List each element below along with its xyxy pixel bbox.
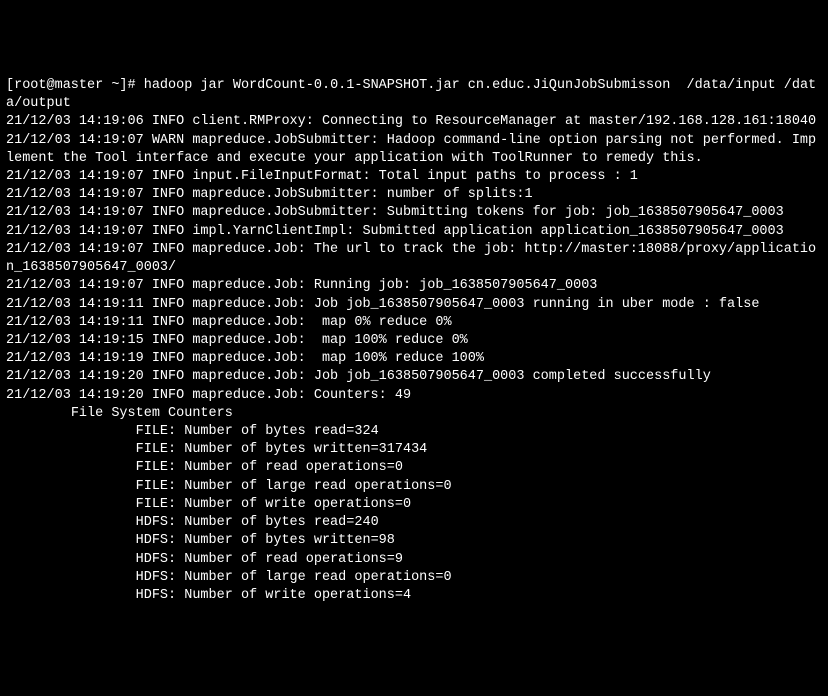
output-line: File System Counters: [6, 405, 822, 423]
output-line: FILE: Number of bytes written=317434: [6, 441, 822, 459]
output-line: 21/12/03 14:19:19 INFO mapreduce.Job: ma…: [6, 350, 822, 368]
output-line: 21/12/03 14:19:07 INFO mapreduce.JobSubm…: [6, 186, 822, 204]
output-line: HDFS: Number of bytes read=240: [6, 514, 822, 532]
output-line: 21/12/03 14:19:07 INFO impl.YarnClientIm…: [6, 223, 822, 241]
shell-prompt: [root@master ~]#: [6, 78, 144, 93]
output-line: HDFS: Number of read operations=9: [6, 551, 822, 569]
output-line: FILE: Number of write operations=0: [6, 496, 822, 514]
output-line: 21/12/03 14:19:07 INFO input.FileInputFo…: [6, 168, 822, 186]
output-line: HDFS: Number of bytes written=98: [6, 532, 822, 550]
output-line: 21/12/03 14:19:07 INFO mapreduce.Job: Th…: [6, 241, 822, 277]
output-line: 21/12/03 14:19:20 INFO mapreduce.Job: Co…: [6, 387, 822, 405]
output-line: 21/12/03 14:19:11 INFO mapreduce.Job: Jo…: [6, 296, 822, 314]
output-line: 21/12/03 14:19:07 INFO mapreduce.Job: Ru…: [6, 277, 822, 295]
prompt-line: [root@master ~]# hadoop jar WordCount-0.…: [6, 77, 822, 113]
output-line: 21/12/03 14:19:11 INFO mapreduce.Job: ma…: [6, 314, 822, 332]
output-line: 21/12/03 14:19:20 INFO mapreduce.Job: Jo…: [6, 368, 822, 386]
output-line: 21/12/03 14:19:15 INFO mapreduce.Job: ma…: [6, 332, 822, 350]
output-line: HDFS: Number of write operations=4: [6, 587, 822, 605]
output-line: FILE: Number of bytes read=324: [6, 423, 822, 441]
output-line: HDFS: Number of large read operations=0: [6, 569, 822, 587]
output-line: 21/12/03 14:19:07 INFO mapreduce.JobSubm…: [6, 204, 822, 222]
output-line: FILE: Number of read operations=0: [6, 459, 822, 477]
output-line: 21/12/03 14:19:07 WARN mapreduce.JobSubm…: [6, 132, 822, 168]
output-line: FILE: Number of large read operations=0: [6, 478, 822, 496]
output-line: 21/12/03 14:19:06 INFO client.RMProxy: C…: [6, 113, 822, 131]
